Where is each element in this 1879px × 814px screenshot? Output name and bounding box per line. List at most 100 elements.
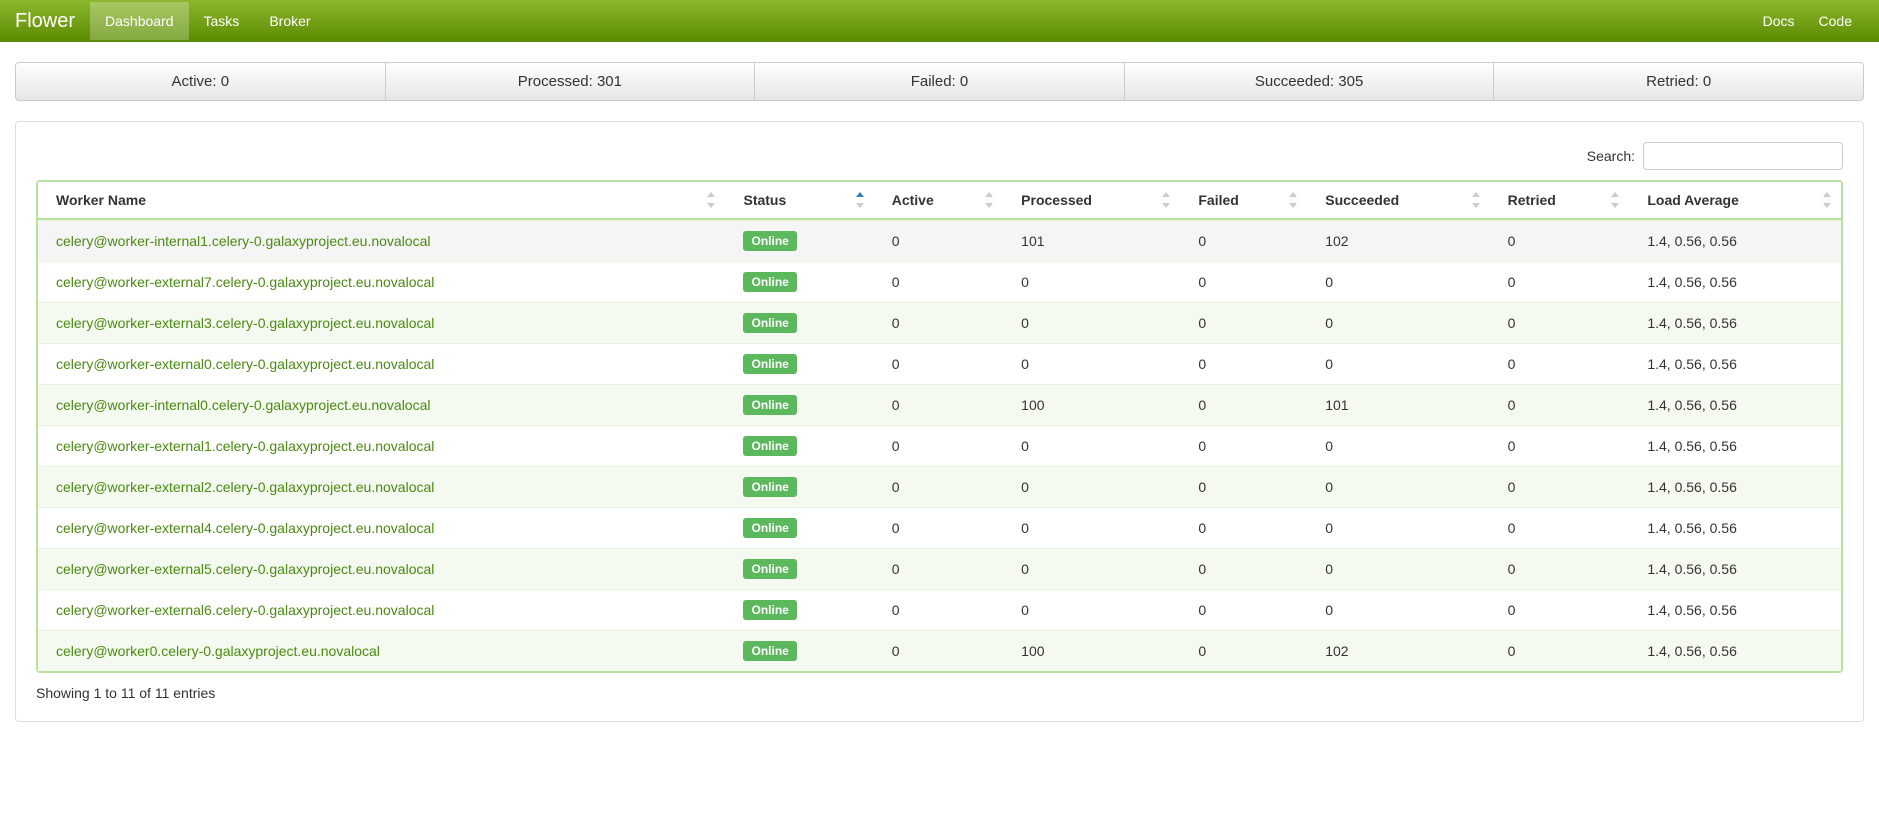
nav-broker[interactable]: Broker [254,2,325,40]
table-row: celery@worker-external5.celery-0.galaxyp… [38,548,1841,589]
table-info: Showing 1 to 11 of 11 entries [36,685,1843,701]
navbar-left: Flower Dashboard Tasks Broker [15,2,326,40]
cell-active: 0 [874,384,1003,425]
sort-icon [1162,192,1172,208]
table-row: celery@worker-external7.celery-0.galaxyp… [38,261,1841,302]
worker-link[interactable]: celery@worker-external3.celery-0.galaxyp… [56,315,434,331]
cell-failed: 0 [1180,548,1307,589]
worker-link[interactable]: celery@worker-external6.celery-0.galaxyp… [56,602,434,618]
cell-failed: 0 [1180,384,1307,425]
status-badge: Online [743,518,796,538]
cell-processed: 0 [1003,343,1180,384]
cell-load: 1.4, 0.56, 0.56 [1629,630,1841,671]
worker-link[interactable]: celery@worker-external7.celery-0.galaxyp… [56,274,434,290]
workers-panel: Search: Worker Name Status Active Proces… [15,121,1864,722]
cell-retried: 0 [1490,466,1630,507]
sort-icon [707,192,717,208]
table-row: celery@worker-external1.celery-0.galaxyp… [38,425,1841,466]
cell-retried: 0 [1490,343,1630,384]
cell-failed: 0 [1180,589,1307,630]
cell-retried: 0 [1490,548,1630,589]
nav-tasks[interactable]: Tasks [189,2,255,40]
nav-dashboard[interactable]: Dashboard [90,2,189,40]
cell-active: 0 [874,507,1003,548]
status-badge: Online [743,559,796,579]
cell-active: 0 [874,630,1003,671]
col-load-average[interactable]: Load Average [1629,182,1841,220]
col-succeeded[interactable]: Succeeded [1307,182,1489,220]
search-label: Search: [1587,148,1635,164]
cell-succeeded: 0 [1307,548,1489,589]
worker-link[interactable]: celery@worker-external2.celery-0.galaxyp… [56,479,434,495]
worker-link[interactable]: celery@worker-external4.celery-0.galaxyp… [56,520,434,536]
cell-load: 1.4, 0.56, 0.56 [1629,384,1841,425]
cell-succeeded: 102 [1307,630,1489,671]
cell-processed: 0 [1003,548,1180,589]
workers-table: Worker Name Status Active Processed Fail… [36,180,1843,673]
cell-load: 1.4, 0.56, 0.56 [1629,589,1841,630]
sort-icon [1823,192,1833,208]
cell-active: 0 [874,302,1003,343]
stat-succeeded[interactable]: Succeeded: 305 [1125,62,1495,101]
sort-icon [1289,192,1299,208]
sort-icon [1472,192,1482,208]
col-processed[interactable]: Processed [1003,182,1180,220]
table-row: celery@worker-internal0.celery-0.galaxyp… [38,384,1841,425]
cell-active: 0 [874,548,1003,589]
table-row: celery@worker-external2.celery-0.galaxyp… [38,466,1841,507]
cell-retried: 0 [1490,589,1630,630]
col-status[interactable]: Status [725,182,873,220]
cell-failed: 0 [1180,507,1307,548]
cell-processed: 0 [1003,466,1180,507]
cell-succeeded: 0 [1307,507,1489,548]
nav-docs[interactable]: Docs [1751,2,1807,40]
stat-failed[interactable]: Failed: 0 [755,62,1125,101]
worker-link[interactable]: celery@worker-internal0.celery-0.galaxyp… [56,397,431,413]
search-input[interactable] [1643,142,1843,170]
table-row: celery@worker-internal1.celery-0.galaxyp… [38,220,1841,261]
worker-link[interactable]: celery@worker0.celery-0.galaxyproject.eu… [56,643,380,659]
stat-retried[interactable]: Retried: 0 [1494,62,1864,101]
cell-load: 1.4, 0.56, 0.56 [1629,507,1841,548]
cell-failed: 0 [1180,343,1307,384]
col-active[interactable]: Active [874,182,1003,220]
cell-active: 0 [874,220,1003,261]
cell-load: 1.4, 0.56, 0.56 [1629,220,1841,261]
cell-active: 0 [874,343,1003,384]
status-badge: Online [743,272,796,292]
cell-retried: 0 [1490,384,1630,425]
sort-icon [1611,192,1621,208]
cell-succeeded: 0 [1307,343,1489,384]
col-failed[interactable]: Failed [1180,182,1307,220]
status-badge: Online [743,354,796,374]
sort-icon [856,192,866,208]
cell-succeeded: 101 [1307,384,1489,425]
cell-succeeded: 0 [1307,589,1489,630]
cell-load: 1.4, 0.56, 0.56 [1629,343,1841,384]
status-badge: Online [743,313,796,333]
cell-processed: 101 [1003,220,1180,261]
cell-load: 1.4, 0.56, 0.56 [1629,302,1841,343]
stat-processed[interactable]: Processed: 301 [386,62,756,101]
cell-active: 0 [874,261,1003,302]
cell-failed: 0 [1180,220,1307,261]
cell-succeeded: 0 [1307,261,1489,302]
navbar-nav: Dashboard Tasks Broker [90,2,326,40]
nav-code[interactable]: Code [1807,2,1864,40]
worker-link[interactable]: celery@worker-external5.celery-0.galaxyp… [56,561,434,577]
table-row: celery@worker-external3.celery-0.galaxyp… [38,302,1841,343]
worker-link[interactable]: celery@worker-internal1.celery-0.galaxyp… [56,233,431,249]
cell-processed: 0 [1003,302,1180,343]
stat-active[interactable]: Active: 0 [15,62,386,101]
cell-processed: 0 [1003,507,1180,548]
brand-link[interactable]: Flower [15,10,90,33]
worker-link[interactable]: celery@worker-external0.celery-0.galaxyp… [56,356,434,372]
worker-link[interactable]: celery@worker-external1.celery-0.galaxyp… [56,438,434,454]
cell-processed: 0 [1003,261,1180,302]
col-worker-name[interactable]: Worker Name [38,182,725,220]
col-retried[interactable]: Retried [1490,182,1630,220]
status-badge: Online [743,395,796,415]
cell-processed: 0 [1003,589,1180,630]
status-badge: Online [743,641,796,661]
cell-failed: 0 [1180,425,1307,466]
